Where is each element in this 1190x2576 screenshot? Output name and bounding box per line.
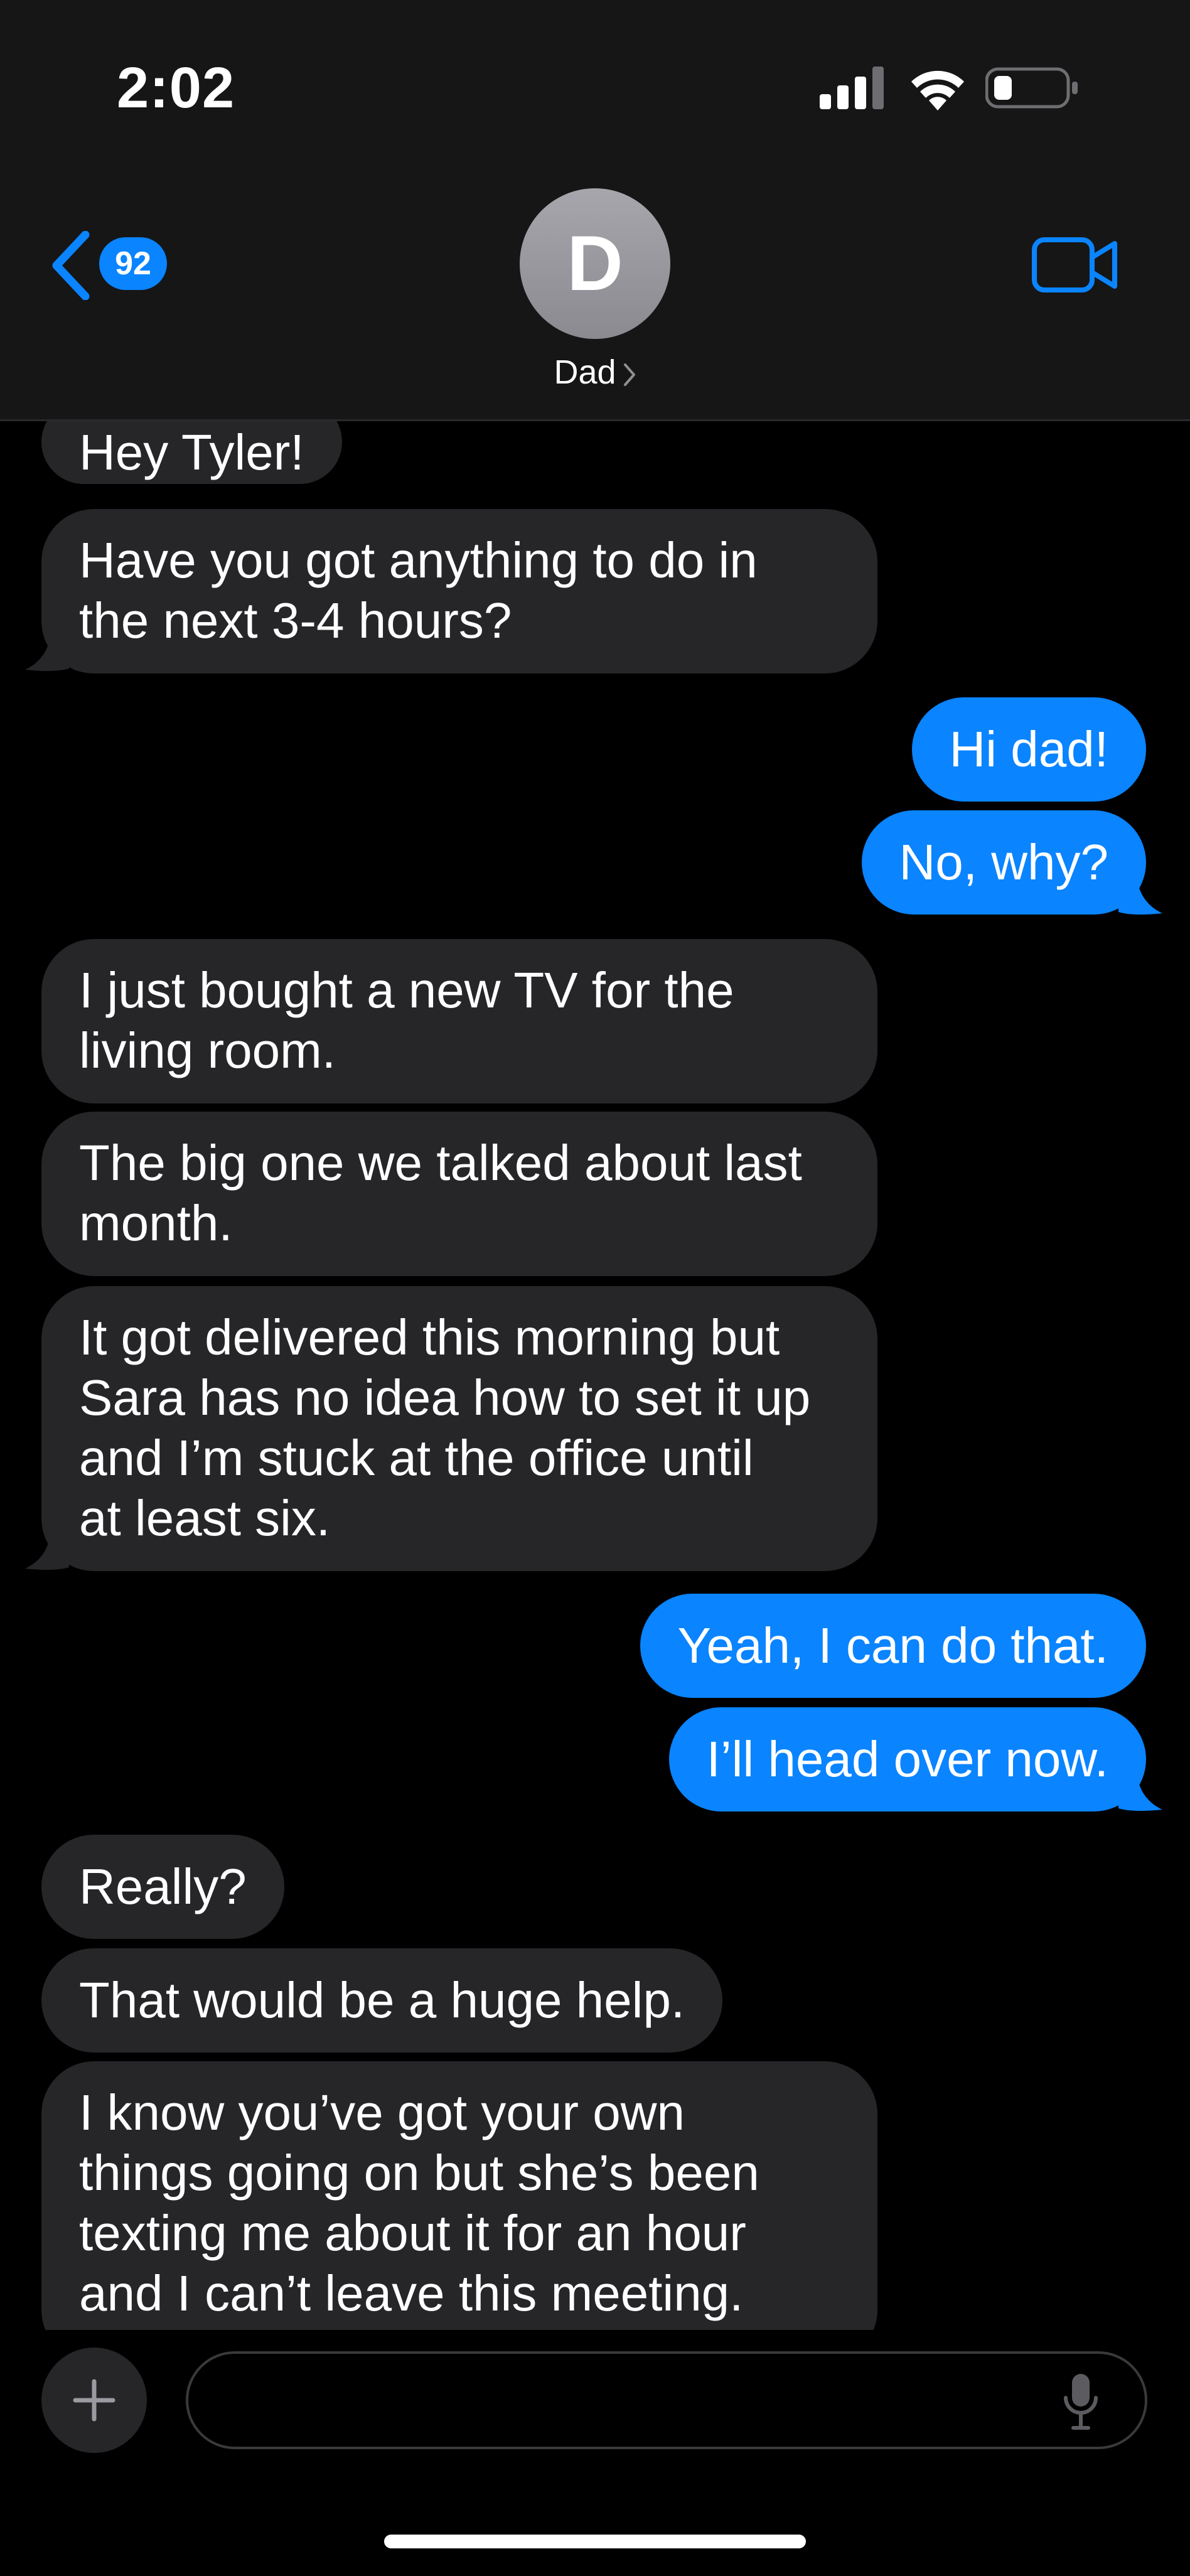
bubble-tail — [1118, 878, 1162, 915]
message-text: Really? — [79, 1859, 247, 1914]
incoming-message[interactable]: That would be a huge help. — [41, 1948, 723, 2053]
wifi-icon — [911, 70, 964, 110]
message-line: things going on but she’s been — [79, 2145, 759, 2201]
outgoing-message[interactable]: I’ll head over now. — [668, 1707, 1146, 1811]
message-line: and I can’t leave this meeting. — [79, 2265, 744, 2321]
back-chevron-icon — [52, 231, 90, 300]
message-line: at least six. — [79, 1490, 331, 1546]
message-line: I know you’ve got your own — [79, 2085, 685, 2140]
incoming-message[interactable]: I know you’ve got your own things going … — [41, 2061, 877, 2330]
bubble-tail — [1118, 1774, 1162, 1811]
message-line: the next 3-4 hours? — [79, 593, 512, 648]
message-thread[interactable]: Hey Tyler! Have you got anything to do i… — [0, 421, 1190, 2330]
incoming-message[interactable]: The big one we talked about last month. — [41, 1112, 877, 1276]
outgoing-message[interactable]: Hi dad! — [911, 697, 1146, 802]
status-time: 2:02 — [117, 56, 235, 120]
contact-name: Dad — [554, 353, 616, 391]
incoming-message[interactable]: I just bought a new TV for the living ro… — [41, 939, 877, 1103]
bubble-tail — [25, 635, 69, 671]
message-line: I just bought a new TV for the — [79, 962, 734, 1018]
contact-avatar[interactable]: D — [520, 188, 670, 339]
incoming-message[interactable]: It got delivered this morning but Sara h… — [41, 1286, 877, 1571]
home-indicator[interactable] — [384, 2535, 806, 2548]
apps-plus-button[interactable] — [41, 2348, 147, 2453]
status-icons — [820, 63, 1096, 113]
bubble-tail — [25, 1533, 69, 1570]
message-line: and I’m stuck at the office until — [79, 1430, 754, 1486]
message-text: I’ll head over now. — [706, 1731, 1108, 1787]
incoming-message[interactable]: Really? — [41, 1835, 284, 1939]
cellular-signal-icon — [820, 67, 884, 109]
chevron-right-icon — [623, 363, 635, 386]
message-text: No, why? — [899, 834, 1108, 890]
plus-icon — [73, 2379, 115, 2422]
message-line: It got delivered this morning but — [79, 1309, 780, 1365]
message-text: That would be a huge help. — [79, 1972, 685, 2028]
message-text: Yeah, I can do that. — [677, 1618, 1108, 1673]
outgoing-message[interactable]: Yeah, I can do that. — [640, 1594, 1146, 1698]
microphone-icon[interactable] — [1062, 2373, 1100, 2430]
message-line: The big one we talked about last — [79, 1135, 802, 1191]
outgoing-message[interactable]: No, why? — [861, 810, 1146, 915]
conversation-header: 2:02 92 D Dad — [0, 0, 1190, 421]
message-input[interactable] — [186, 2351, 1147, 2449]
message-text: Hi dad! — [949, 721, 1108, 777]
contact-details-button[interactable]: Dad — [0, 353, 1190, 392]
video-camera-icon — [1032, 237, 1117, 292]
message-text: Hey Tyler! — [79, 424, 304, 480]
battery-icon — [985, 67, 1078, 109]
message-line: Have you got anything to do in — [79, 532, 758, 588]
message-line: Sara has no idea how to set it up — [79, 1370, 811, 1425]
incoming-message[interactable]: Hey Tyler! — [41, 421, 342, 484]
unread-count-badge: 92 — [99, 237, 167, 290]
back-button[interactable]: 92 — [49, 226, 174, 301]
facetime-video-button[interactable] — [1032, 233, 1120, 296]
incoming-message[interactable]: Have you got anything to do in the next … — [41, 509, 877, 674]
message-line: month. — [79, 1195, 233, 1251]
message-line: living room. — [79, 1022, 336, 1078]
message-line: texting me about it for an hour — [79, 2205, 746, 2261]
